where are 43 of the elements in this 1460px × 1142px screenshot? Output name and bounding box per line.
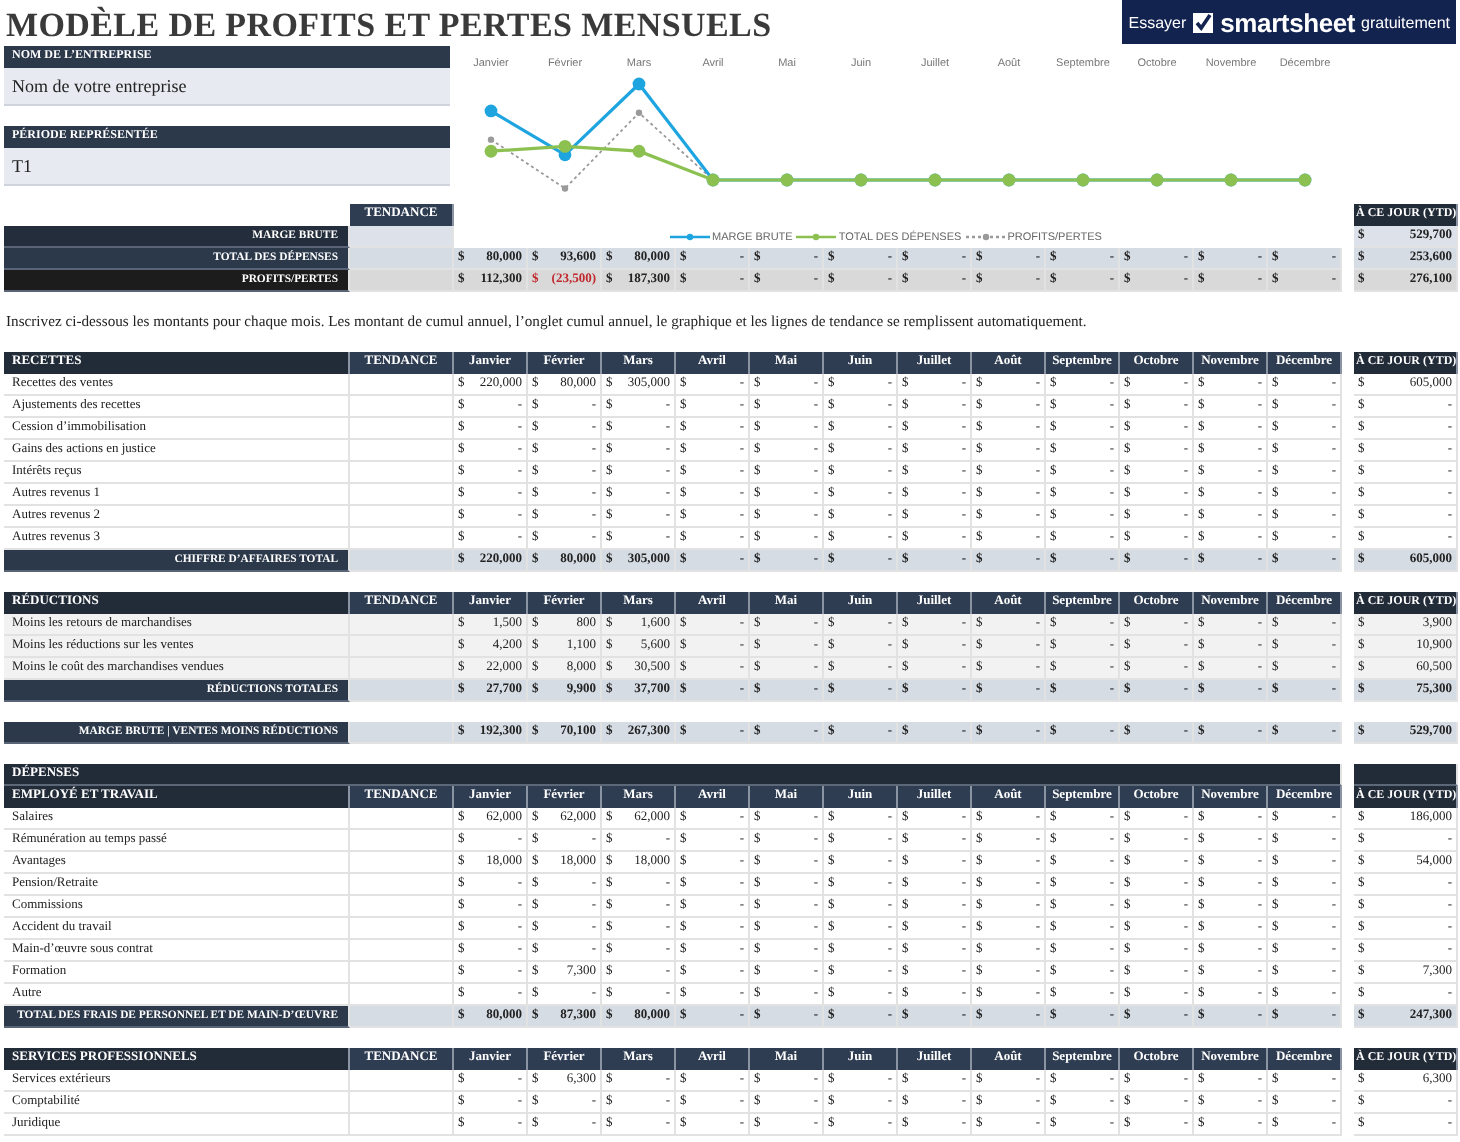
legend-line-icon [965,232,1006,242]
chart-marker [632,77,646,91]
trend-cell [350,1070,454,1092]
page-title: MODÈLE DE PROFITS ET PERTES MENSUELS [6,6,772,46]
trend-cell [350,396,454,418]
company-name-field[interactable]: Nom de votre entreprise [4,68,450,106]
trend-cell [350,896,454,918]
chart-marker [561,185,569,192]
trend-cell [350,506,454,528]
trend-cell [350,722,454,744]
trend-cell [350,440,454,462]
trend-cell [350,528,454,550]
trend-cell [350,808,454,830]
trend-cell [350,1006,454,1028]
trend-cell [350,248,454,270]
trend-cell [350,852,454,874]
legend-line-icon [796,232,837,242]
trend-cell [350,550,454,572]
header-band [1354,764,1458,786]
trend-cell [350,374,454,396]
trend-cell [350,874,454,896]
trend-cell [350,418,454,440]
trend-cell [350,614,454,636]
trend-cell [350,984,454,1006]
try-smartsheet-button[interactable]: Essayer smartsheet gratuitement [1122,0,1456,44]
trend-cell [350,1092,454,1114]
trend-cell [350,1114,454,1136]
legend-line-icon [670,232,710,242]
checkbox-icon [1192,11,1215,33]
trend-cell [350,830,454,852]
trend-cell [350,658,454,680]
chart-marker [484,104,498,118]
chart-marker [632,144,646,158]
chart-marker [635,109,643,116]
trend-cell [350,962,454,984]
period-field[interactable]: T1 [4,148,450,186]
trend-cell [350,918,454,940]
trend-cell [350,680,454,702]
trend-cell [350,484,454,506]
trend-cell [350,226,454,248]
trend-cell [350,270,454,292]
trend-cell [350,940,454,962]
trend-cell [350,462,454,484]
